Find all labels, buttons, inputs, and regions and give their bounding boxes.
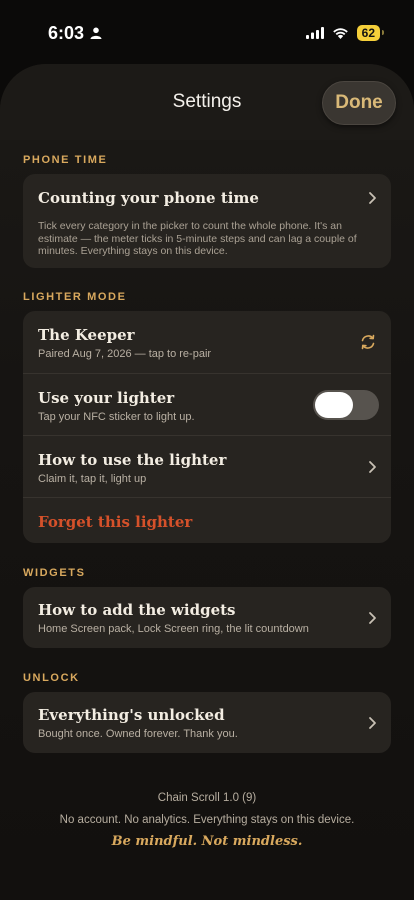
section-title-widgets: WIDGETS (23, 567, 86, 579)
person-icon (90, 27, 102, 39)
repair-sync-icon[interactable] (359, 333, 377, 351)
section-title-unlock: UNLOCK (23, 672, 80, 684)
use-lighter-row: Use your lighter Tap your NFC sticker to… (23, 373, 391, 435)
sheet-header: Settings Done (0, 64, 414, 140)
unlocked-subtitle: Bought once. Owned forever. Thank you. (38, 728, 238, 740)
chevron-right-icon (369, 612, 376, 624)
status-time: 6:03 (48, 22, 85, 43)
howto-lighter-row[interactable]: How to use the lighter Claim it, tap it,… (23, 435, 391, 497)
tagline: Be mindful. Not mindless. (111, 834, 303, 849)
add-widgets-subtitle: Home Screen pack, Lock Screen ring, the … (38, 623, 309, 635)
keeper-row[interactable]: The Keeper Paired Aug 7, 2026 — tap to r… (23, 311, 391, 373)
wifi-icon (332, 28, 348, 39)
status-time-group: 6:03 (48, 23, 102, 44)
section-title-phone-time: PHONE TIME (23, 154, 108, 166)
add-widgets-title: How to add the widgets (38, 601, 236, 619)
cellular-signal-icon (305, 27, 324, 39)
keeper-subtitle: Paired Aug 7, 2026 — tap to re-pair (38, 348, 212, 360)
widgets-card: How to add the widgets Home Screen pack,… (23, 587, 391, 648)
counting-phone-time-row[interactable]: Counting your phone time (23, 174, 391, 220)
done-button[interactable]: Done (322, 81, 396, 125)
add-widgets-row[interactable]: How to add the widgets Home Screen pack,… (23, 587, 391, 648)
settings-sheet: Settings Done PHONE TIME Counting your p… (0, 64, 414, 900)
chevron-right-icon (369, 192, 376, 204)
lighter-mode-card: The Keeper Paired Aug 7, 2026 — tap to r… (23, 311, 391, 543)
app-version: Chain Scroll 1.0 (9) (157, 792, 257, 804)
privacy-note: No account. No analytics. Everything sta… (59, 814, 355, 826)
howto-lighter-subtitle: Claim it, tap it, light up (38, 473, 147, 485)
toggle-knob (315, 392, 353, 418)
keeper-title: The Keeper (38, 326, 135, 344)
status-indicators: 62 (305, 25, 385, 41)
page-title: Settings (172, 91, 242, 112)
chevron-right-icon (369, 461, 376, 473)
phone-time-note: Tick every category in the picker to cou… (38, 220, 357, 257)
use-lighter-toggle[interactable] (313, 390, 379, 420)
howto-lighter-title: How to use the lighter (38, 451, 227, 469)
footer: Chain Scroll 1.0 (9) No account. No anal… (0, 792, 414, 849)
section-title-lighter-mode: LIGHTER MODE (23, 291, 127, 303)
phone-time-card: Counting your phone time Tick every cate… (23, 174, 391, 268)
forget-lighter-row[interactable]: Forget this lighter (23, 497, 391, 543)
unlock-card: Everything's unlocked Bought once. Owned… (23, 692, 391, 753)
unlocked-row[interactable]: Everything's unlocked Bought once. Owned… (23, 692, 391, 753)
status-bar: 6:03 62 (0, 0, 414, 66)
forget-lighter-button[interactable]: Forget this lighter (38, 498, 376, 531)
unlocked-title: Everything's unlocked (38, 706, 225, 724)
counting-phone-time-title: Counting your phone time (38, 189, 259, 207)
chevron-right-icon (369, 717, 376, 729)
battery-indicator: 62 (356, 25, 385, 41)
